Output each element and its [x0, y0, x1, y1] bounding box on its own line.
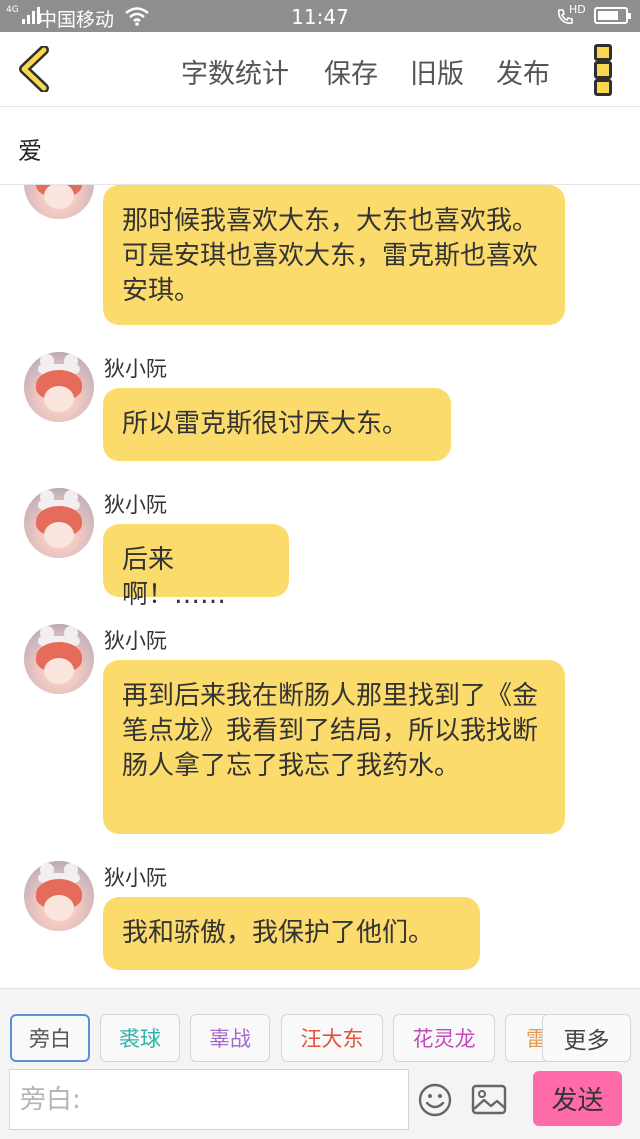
image-icon[interactable] [471, 1083, 507, 1117]
role-chip-narrator[interactable]: 旁白 [10, 1014, 90, 1062]
sender-name: 狄小阮 [104, 629, 167, 653]
role-chip[interactable]: 辜战 [190, 1014, 270, 1062]
old-version-button[interactable]: 旧版 [410, 52, 464, 91]
battery-icon [594, 7, 631, 24]
document-title[interactable]: 爱 [18, 131, 42, 166]
more-roles-button[interactable]: 更多 [542, 1014, 631, 1062]
role-chip[interactable]: 裘球 [100, 1014, 180, 1062]
message-bubble[interactable]: 我和骄傲，我保护了他们。 [103, 897, 480, 970]
chat-area[interactable]: 那时候我喜欢大东，大东也喜欢我。可是安琪也喜欢大东，雷克斯也喜欢安琪。 狄小阮 … [0, 185, 640, 988]
message-bubble[interactable]: 后来啊！…… [103, 524, 289, 610]
avatar[interactable] [24, 861, 94, 931]
status-bar: 4G 中国移动 11:47 HD [0, 0, 640, 32]
word-count-button[interactable]: 字数统计 [181, 52, 289, 91]
hd-badge: HD [569, 3, 586, 16]
role-chip-label: 汪大东 [300, 1027, 364, 1051]
battery-level [598, 11, 618, 20]
sender-name: 狄小阮 [104, 357, 167, 381]
message-bubble[interactable]: 再到后来我在断肠人那里找到了《金笔点龙》我看到了结局，所以我找断肠人拿了忘了我忘… [103, 660, 565, 834]
back-arrow-icon[interactable] [14, 46, 58, 92]
message-input[interactable] [10, 1070, 408, 1129]
emoji-icon[interactable] [417, 1082, 453, 1118]
message-bubble[interactable]: 那时候我喜欢大东，大东也喜欢我。可是安琪也喜欢大东，雷克斯也喜欢安琪。 [103, 185, 565, 325]
status-time: 11:47 [291, 5, 349, 29]
sender-name: 狄小阮 [104, 493, 167, 517]
save-button[interactable]: 保存 [324, 52, 378, 91]
more-menu-icon[interactable] [594, 44, 616, 96]
more-roles-label: 更多 [563, 1028, 610, 1054]
role-chip-label: 辜战 [209, 1027, 251, 1051]
message-input-box[interactable] [9, 1069, 409, 1130]
avatar[interactable] [24, 624, 94, 694]
title-bar: 爱 [0, 107, 640, 185]
send-button[interactable]: 发送 [533, 1071, 622, 1126]
avatar[interactable] [24, 488, 94, 558]
role-chip-label: 花灵龙 [412, 1027, 476, 1051]
role-chip-label: 旁白 [29, 1027, 71, 1051]
avatar[interactable] [24, 352, 94, 422]
top-toolbar: 字数统计 保存 旧版 发布 [0, 32, 640, 107]
role-chip-label: 裘球 [119, 1027, 161, 1051]
role-chip[interactable]: 花灵龙 [393, 1014, 495, 1062]
message-bubble[interactable]: 所以雷克斯很讨厌大东。 [103, 388, 451, 461]
publish-button[interactable]: 发布 [496, 52, 550, 91]
avatar[interactable] [24, 185, 94, 219]
composer-bar: 旁白 裘球 辜战 汪大东 花灵龙 雷 更多 发送 [0, 988, 640, 1139]
role-chip[interactable]: 汪大东 [281, 1014, 383, 1062]
sender-name: 狄小阮 [104, 866, 167, 890]
